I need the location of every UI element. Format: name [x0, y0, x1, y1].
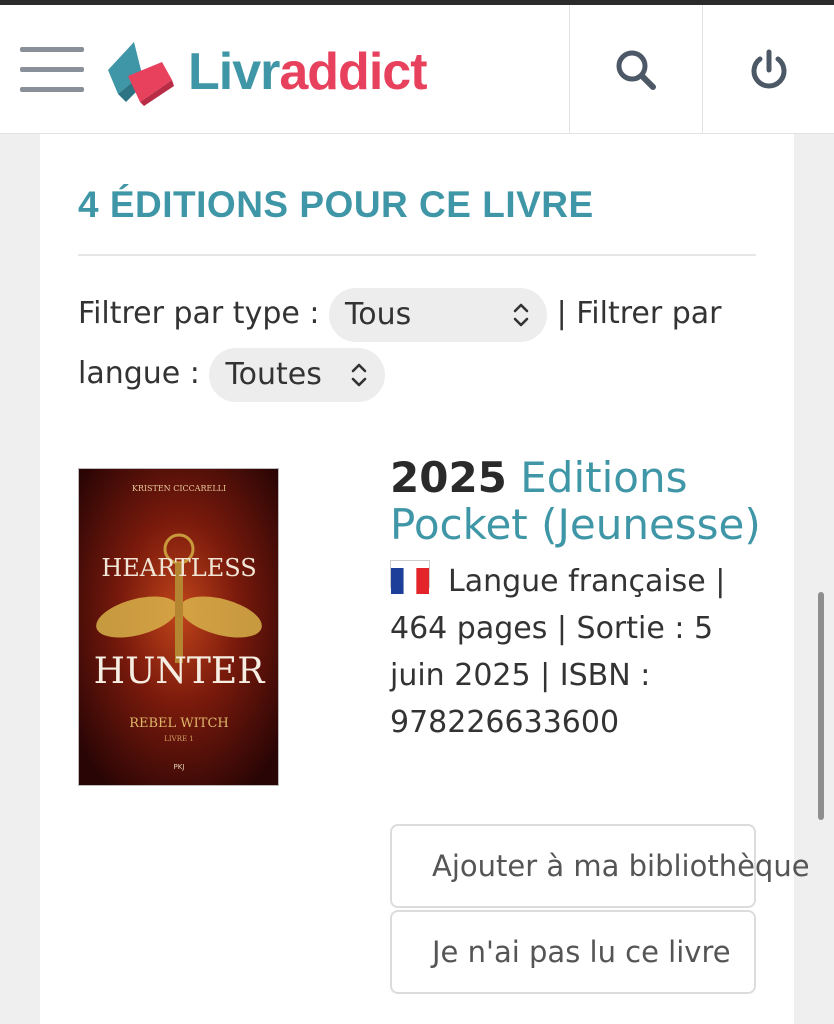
france-flag-icon: [390, 560, 430, 594]
divider: [78, 254, 756, 256]
lang-filter-select[interactable]: Toutes: [209, 347, 386, 402]
edition-meta: Langue française | 464 pages | Sortie : …: [390, 558, 770, 746]
add-to-library-label: Ajouter à ma bibliothèque: [432, 849, 810, 883]
section-title: 4 ÉDITIONS POUR CE LIVRE: [78, 184, 594, 225]
cover-tome: LIVRE 1: [164, 735, 194, 743]
filters-row: Filtrer par type : Tous | Filtrer par la…: [78, 284, 768, 404]
edition-details: 464 pages | Sortie : 5 juin 2025 | ISBN …: [390, 611, 714, 740]
logo-text-livr: Livr: [188, 43, 280, 101]
type-filter-value: Tous: [345, 296, 412, 332]
search-icon: [616, 50, 656, 90]
hamburger-icon[interactable]: [20, 47, 84, 95]
not-read-button[interactable]: Je n'ai pas lu ce livre: [390, 910, 756, 994]
lang-filter-label: langue :: [78, 356, 200, 391]
chevron-updown-icon: [352, 363, 367, 386]
filter-separator: | Filtrer par: [556, 296, 722, 331]
chevron-updown-icon: [513, 303, 529, 326]
logout-button[interactable]: [702, 5, 834, 134]
edition-title: 2025 Editions Pocket (Jeunesse): [390, 454, 770, 548]
cover-author: KRISTEN CICCARELLI: [132, 484, 226, 493]
cover-subtitle: REBEL WITCH: [129, 716, 229, 731]
add-to-library-button[interactable]: Ajouter à ma bibliothèque: [390, 824, 810, 908]
type-filter-select[interactable]: Tous: [329, 287, 548, 342]
cover-imprint: PKJ: [174, 763, 185, 771]
edition-year: 2025: [390, 453, 507, 502]
cover-title-2: HUNTER: [94, 651, 266, 692]
type-filter-label: Filtrer par type :: [78, 296, 320, 331]
logo-wordmark: Livraddict: [188, 43, 428, 101]
not-read-label: Je n'ai pas lu ce livre: [432, 935, 731, 969]
logo-text-addict: addict: [279, 43, 427, 101]
edition-language: Langue française |: [448, 564, 726, 599]
book-cover[interactable]: KRISTEN CICCARELLI HEARTLESS HUNTER REBE…: [78, 468, 279, 786]
cover-title-1: HEARTLESS: [101, 554, 256, 582]
lang-filter-value: Toutes: [225, 356, 322, 392]
page-scrollbar[interactable]: [818, 592, 824, 820]
site-logo[interactable]: Livraddict: [104, 35, 428, 109]
book-logo-icon: [108, 42, 174, 106]
search-button[interactable]: [569, 5, 701, 134]
power-icon: [751, 49, 786, 88]
top-navbar: Livraddict: [0, 5, 834, 134]
edition-info: 2025 Editions Pocket (Jeunesse) Langue f…: [390, 454, 770, 746]
editions-card: 4 ÉDITIONS POUR CE LIVRE Filtrer par typ…: [40, 134, 810, 1024]
